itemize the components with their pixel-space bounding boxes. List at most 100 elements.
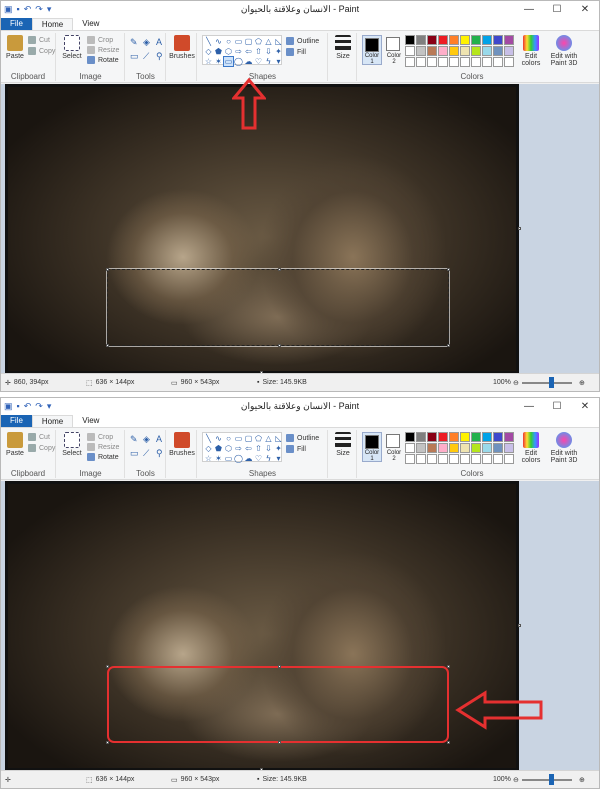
palette-swatch[interactable] bbox=[493, 454, 503, 464]
palette-swatch[interactable] bbox=[438, 443, 448, 453]
palette-swatch[interactable] bbox=[504, 454, 514, 464]
palette-swatch[interactable] bbox=[449, 46, 459, 56]
zoom-in-button[interactable]: ⊕ bbox=[579, 379, 585, 387]
shape-handle[interactable] bbox=[278, 665, 281, 668]
polygon-shape-icon[interactable]: ⬠ bbox=[254, 434, 263, 443]
text-icon[interactable]: A bbox=[156, 37, 166, 48]
five-point-star-shape-icon[interactable]: ☆ bbox=[204, 454, 213, 463]
palette-swatch[interactable] bbox=[427, 454, 437, 464]
palette-swatch[interactable] bbox=[471, 443, 481, 453]
polygon-shape-icon[interactable]: ⬠ bbox=[254, 37, 263, 46]
oval-callout-shape-icon[interactable]: ◯ bbox=[234, 57, 243, 66]
shape-handle[interactable] bbox=[278, 741, 281, 744]
palette-swatch[interactable] bbox=[504, 443, 514, 453]
palette-swatch[interactable] bbox=[504, 432, 514, 442]
palette-swatch[interactable] bbox=[493, 46, 503, 56]
palette-swatch[interactable] bbox=[460, 443, 470, 453]
rounded-rect-shape-icon[interactable]: ▢ bbox=[244, 37, 253, 46]
size-button[interactable]: Size bbox=[333, 35, 353, 60]
crop-button[interactable]: Crop bbox=[87, 36, 113, 44]
palette-swatch[interactable] bbox=[482, 46, 492, 56]
select-button[interactable]: Select bbox=[60, 432, 84, 457]
diamond-shape-icon[interactable]: ◇ bbox=[204, 47, 213, 56]
cloud-callout-shape-icon[interactable]: ☁ bbox=[244, 454, 253, 463]
palette-swatch[interactable] bbox=[416, 46, 426, 56]
minimize-button[interactable]: — bbox=[515, 398, 543, 415]
selection-rectangle[interactable] bbox=[106, 268, 450, 347]
size-button[interactable]: Size bbox=[333, 432, 353, 457]
cut-button[interactable]: Cut bbox=[28, 36, 50, 44]
palette-swatch[interactable] bbox=[504, 57, 514, 67]
minimize-button[interactable]: — bbox=[515, 1, 543, 18]
palette-swatch[interactable] bbox=[438, 432, 448, 442]
left-arrow-shape-icon[interactable]: ⇦ bbox=[244, 444, 253, 453]
lightning-shape-icon[interactable]: ϟ bbox=[264, 454, 273, 463]
palette-swatch[interactable] bbox=[405, 46, 415, 56]
palette-swatch[interactable] bbox=[427, 432, 437, 442]
palette-swatch[interactable] bbox=[449, 57, 459, 67]
pencil-icon[interactable]: ✎ bbox=[130, 434, 140, 445]
tab-home[interactable]: Home bbox=[31, 18, 74, 30]
fill-bucket-icon[interactable]: ◈ bbox=[143, 37, 153, 48]
palette-swatch[interactable] bbox=[460, 57, 470, 67]
zoom-in-button[interactable]: ⊕ bbox=[579, 776, 585, 784]
outline-dropdown[interactable]: Outline bbox=[286, 37, 319, 45]
palette-swatch[interactable] bbox=[482, 443, 492, 453]
palette-swatch[interactable] bbox=[482, 57, 492, 67]
selection-handle[interactable] bbox=[447, 268, 450, 271]
palette-swatch[interactable] bbox=[449, 454, 459, 464]
palette-swatch[interactable] bbox=[504, 35, 514, 45]
heart-shape-icon[interactable]: ♡ bbox=[254, 454, 263, 463]
palette-swatch[interactable] bbox=[504, 46, 514, 56]
rectangle-shape-icon[interactable]: ▭ bbox=[234, 434, 243, 443]
close-button[interactable]: ✕ bbox=[571, 398, 599, 415]
pentagon-shape-icon[interactable]: ⬟ bbox=[214, 444, 223, 453]
rotate-button[interactable]: Rotate bbox=[87, 56, 119, 64]
redo-icon[interactable]: ↷ bbox=[35, 402, 43, 411]
four-point-star-shape-icon[interactable]: ✦ bbox=[274, 444, 283, 453]
curve-shape-icon[interactable]: ∿ bbox=[214, 37, 223, 46]
right-arrow-shape-icon[interactable]: ⇨ bbox=[234, 47, 243, 56]
palette-swatch[interactable] bbox=[471, 454, 481, 464]
line-shape-icon[interactable]: ╲ bbox=[204, 434, 213, 443]
rounded-rect-shape-icon[interactable]: ▢ bbox=[244, 434, 253, 443]
oval-callout-shape-icon[interactable]: ◯ bbox=[234, 454, 243, 463]
zoom-out-button[interactable]: ⊖ bbox=[513, 776, 519, 784]
up-arrow-shape-icon[interactable]: ⇧ bbox=[254, 47, 263, 56]
rectangle-shape-icon[interactable]: ▭ bbox=[234, 37, 243, 46]
palette-swatch[interactable] bbox=[416, 443, 426, 453]
tab-home[interactable]: Home bbox=[31, 415, 74, 427]
text-icon[interactable]: A bbox=[156, 434, 166, 445]
rounded-callout-shape-icon[interactable]: ▭ bbox=[224, 454, 233, 463]
palette-swatch[interactable] bbox=[427, 443, 437, 453]
palette-swatch[interactable] bbox=[460, 432, 470, 442]
crop-button[interactable]: Crop bbox=[87, 433, 113, 441]
palette-swatch[interactable] bbox=[405, 432, 415, 442]
color2-swatch[interactable]: Color 2 bbox=[386, 37, 401, 65]
triangle-shape-icon[interactable]: △ bbox=[264, 434, 273, 443]
canvas-area[interactable] bbox=[1, 84, 599, 375]
edit-colors-button[interactable]: Edit colors bbox=[519, 432, 543, 464]
copy-button[interactable]: Copy bbox=[28, 47, 55, 55]
rounded-callout-shape-icon[interactable]: ▭ bbox=[223, 56, 234, 67]
zoom-out-button[interactable]: ⊖ bbox=[513, 379, 519, 387]
resize-button[interactable]: Resize bbox=[87, 443, 119, 451]
palette-swatch[interactable] bbox=[460, 46, 470, 56]
oval-shape-icon[interactable]: ○ bbox=[224, 37, 233, 46]
shape-handle[interactable] bbox=[106, 741, 109, 744]
pentagon-shape-icon[interactable]: ⬟ bbox=[214, 47, 223, 56]
customize-icon[interactable]: ▾ bbox=[47, 5, 52, 14]
color1-selector[interactable]: Color 1 bbox=[362, 35, 382, 65]
color-picker-icon[interactable]: ⟋ bbox=[143, 448, 153, 459]
oval-shape-icon[interactable]: ○ bbox=[224, 434, 233, 443]
hexagon-shape-icon[interactable]: ⬡ bbox=[224, 47, 233, 56]
fill-dropdown[interactable]: Fill bbox=[286, 445, 306, 453]
palette-swatch[interactable] bbox=[493, 57, 503, 67]
maximize-button[interactable]: ☐ bbox=[543, 398, 571, 415]
palette-swatch[interactable] bbox=[471, 432, 481, 442]
selection-handle[interactable] bbox=[447, 344, 450, 347]
tab-file[interactable]: File bbox=[1, 415, 32, 427]
close-button[interactable]: ✕ bbox=[571, 1, 599, 18]
heart-shape-icon[interactable]: ♡ bbox=[254, 57, 263, 66]
canvas-resize-handle[interactable] bbox=[518, 624, 521, 627]
